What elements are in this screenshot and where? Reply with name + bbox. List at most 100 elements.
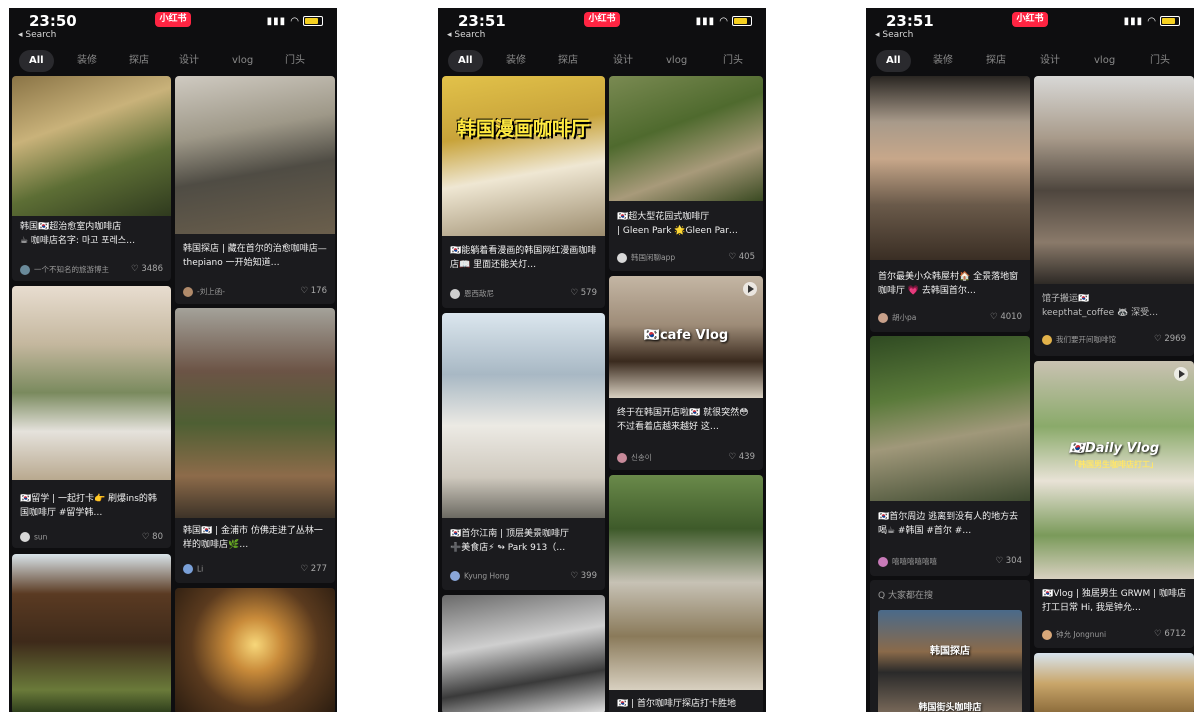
tab-all[interactable]: All	[448, 50, 483, 72]
post-cover-image	[442, 595, 605, 712]
like-count[interactable]: ♡ 80	[142, 532, 163, 542]
post-card[interactable]: 🇰🇷首尔江南 | 顶层美景咖啡厅 ➕美食店⚡ ↬ Park 913（… Kyun…	[442, 313, 605, 590]
signal-icon: ▮▮▮	[266, 16, 291, 27]
like-count[interactable]: ♡ 579	[570, 288, 597, 298]
post-card[interactable]	[12, 554, 171, 712]
back-to-search-link[interactable]: ◂ Search	[18, 30, 56, 40]
post-meta: -刘上函- ♡ 176	[183, 286, 327, 298]
tab-all[interactable]: All	[876, 50, 911, 72]
post-card[interactable]	[442, 595, 605, 712]
tab-design[interactable]: 设计	[179, 50, 199, 72]
tab-design[interactable]: 设计	[1040, 50, 1060, 72]
tab-vlog[interactable]: vlog	[232, 50, 253, 72]
tab-all[interactable]: All	[19, 50, 54, 72]
status-bar: 23:51 ◂ Search 小红书 ▮▮▮ ◠	[866, 8, 1194, 42]
post-cover-image	[175, 76, 335, 234]
post-title: 🇰🇷 | 首尔咖啡厅探店打卡胜地	[617, 699, 736, 709]
post-cover-image	[175, 588, 335, 712]
post-card[interactable]: 🇰🇷首尔周边 逃离到没有人的地方去喝☕ #韩国 #首尔 #… 嘻嘻嘻嘻嘻嘻 ♡ …	[870, 336, 1030, 576]
battery-icon	[1160, 16, 1180, 26]
phone-screen-2: 23:51 ◂ Search 小红书 ▮▮▮ ◠ All 装修 探店 设计 vl…	[438, 8, 766, 712]
app-logo: 小红书	[584, 12, 620, 27]
post-title: 🇰🇷留学 | 一起打卡👉 刷爆ins的韩国咖啡厅 #留学韩…	[20, 494, 157, 518]
like-count[interactable]: ♡ 6712	[1154, 629, 1186, 639]
like-count[interactable]: ♡ 2969	[1154, 334, 1186, 344]
like-count[interactable]: ♡ 405	[728, 252, 755, 262]
post-meta: 恩西敌尼 ♡ 579	[450, 288, 597, 300]
post-card[interactable]: 韩国🇰🇷超治愈室内咖啡店 ☕ 咖啡店名字: 마고 포레스… 一个不知名的旅游博主…	[12, 76, 171, 281]
post-card[interactable]	[175, 588, 335, 712]
like-count[interactable]: ♡ 176	[300, 286, 327, 296]
author-name: 胡小pa	[892, 313, 917, 322]
tab-explore-shop[interactable]: 探店	[986, 50, 1006, 72]
tab-explore-shop[interactable]: 探店	[558, 50, 578, 72]
tab-vlog[interactable]: vlog	[1094, 50, 1115, 72]
post-card[interactable]	[1034, 653, 1194, 712]
wifi-icon: ◠	[719, 16, 729, 27]
tab-explore-shop[interactable]: 探店	[129, 50, 149, 72]
tab-renovation[interactable]: 装修	[77, 50, 97, 72]
signal-icon: ▮▮▮	[1123, 16, 1148, 27]
avatar	[1042, 334, 1052, 345]
post-cover-image	[12, 76, 171, 216]
wifi-icon: ◠	[290, 16, 300, 27]
like-count[interactable]: ♡ 3486	[131, 264, 163, 274]
heart-icon: ♡	[131, 264, 142, 274]
heart-icon: ♡	[995, 556, 1006, 566]
like-count[interactable]: ♡ 4010	[990, 312, 1022, 322]
post-meta: 胡小pa ♡ 4010	[878, 312, 1022, 324]
post-card[interactable]: 🇰🇷留学 | 一起打卡👉 刷爆ins的韩国咖啡厅 #留学韩… sun ♡ 80	[12, 286, 171, 548]
battery-icon	[732, 16, 752, 26]
post-card[interactable]: 🇰🇷超大型花园式咖啡厅 | Gleen Park 🌟Gleen Par… 韩国闲…	[609, 76, 763, 271]
heart-icon: ♡	[728, 252, 739, 262]
author-name: -刘上函-	[197, 287, 225, 296]
system-icons: ▮▮▮ ◠	[696, 16, 752, 27]
post-card[interactable]: 🇰🇷Daily Vlog 「韩国男生咖啡店打工」 🇰🇷Vlog | 独居男生 G…	[1034, 361, 1194, 648]
like-count[interactable]: ♡ 277	[300, 564, 327, 574]
post-meta: 嘻嘻嘻嘻嘻嘻 ♡ 304	[878, 556, 1022, 568]
avatar	[878, 312, 888, 323]
like-count[interactable]: ♡ 439	[728, 452, 755, 462]
tab-design[interactable]: 设计	[613, 50, 633, 72]
phone-screen-3: 23:51 ◂ Search 小红书 ▮▮▮ ◠ All 装修 探店 设计 vl…	[866, 8, 1194, 712]
back-to-search-link[interactable]: ◂ Search	[447, 30, 485, 40]
avatar	[450, 571, 460, 581]
post-card[interactable]: 馆子搬运🇰🇷 keepthat_coffee 🦝 深受… 我们要开间咖啡馆 ♡ …	[1034, 76, 1194, 356]
author-name: 恩西敌尼	[464, 289, 494, 298]
wifi-icon: ◠	[1147, 16, 1157, 27]
avatar	[183, 564, 193, 574]
tab-storefront[interactable]: 门头	[723, 50, 743, 72]
post-card[interactable]: 🇰🇷cafe Vlog 终于在韩国开店啦🇰🇷 就很突然😳 不过看着店越来越好 这…	[609, 276, 763, 470]
tab-storefront[interactable]: 门头	[285, 50, 305, 72]
like-count[interactable]: ♡ 304	[995, 556, 1022, 566]
heart-icon: ♡	[300, 564, 311, 574]
post-meta: 신송이 ♡ 439	[617, 452, 755, 464]
like-count[interactable]: ♡ 399	[570, 571, 597, 581]
system-icons: ▮▮▮ ◠	[1124, 16, 1180, 27]
post-card[interactable]: 韩国探店 | 藏在首尔的治愈咖啡店—thepiano 一开始知道… -刘上函- …	[175, 76, 335, 304]
heart-icon: ♡	[141, 532, 153, 542]
avatar	[617, 452, 627, 463]
post-cover-image	[1034, 76, 1194, 284]
author-name: Li	[197, 564, 204, 574]
tab-renovation[interactable]: 装修	[933, 50, 953, 72]
post-card[interactable]: 首尔最美小众韩屋村🏠 全景落地窗咖啡厅 💗 去韩国首尔… 胡小pa ♡ 4010	[870, 76, 1030, 332]
post-title: 🇰🇷首尔江南 | 顶层美景咖啡厅 ➕美食店⚡ ↬ Park 913（…	[450, 529, 569, 553]
post-title: 韩国探店 | 藏在首尔的治愈咖啡店—thepiano 一开始知道…	[183, 244, 327, 268]
search-tag-street-cafe[interactable]: 韩国街头咖啡店	[870, 700, 1030, 712]
search-suggestion-card: Q 大家都在搜 韩国探店 韩国街头咖啡店	[870, 580, 1030, 712]
cover-overlay-text: 🇰🇷cafe Vlog	[643, 328, 729, 343]
post-card[interactable]: 韩国漫画咖啡厅 🇰🇷能躺着看漫画的韩国网红漫画咖啡店📖 里面还能关灯… 恩西敌尼…	[442, 76, 605, 308]
category-tabs: All 装修 探店 设计 vlog 门头	[438, 50, 766, 74]
system-icons: ▮▮▮ ◠	[267, 16, 323, 27]
post-card[interactable]: 🇰🇷 | 首尔咖啡厅探店打卡胜地	[609, 475, 763, 712]
search-tag-korea-explore[interactable]: 韩国探店	[870, 642, 1030, 657]
tab-storefront[interactable]: 门头	[1150, 50, 1170, 72]
post-card[interactable]: 韩国🇰🇷 | 金浦市 仿佛走进了丛林一样的咖啡店🌿… Li ♡ 277	[175, 308, 335, 583]
tab-renovation[interactable]: 装修	[506, 50, 526, 72]
post-cover-image	[1034, 361, 1194, 579]
tab-vlog[interactable]: vlog	[666, 50, 687, 72]
heart-icon: ♡	[1154, 334, 1165, 344]
phone-screen-1: 23:50 ◂ Search 小红书 ▮▮▮ ◠ All 装修 探店 设计 vl…	[9, 8, 337, 712]
back-to-search-link[interactable]: ◂ Search	[875, 30, 913, 40]
